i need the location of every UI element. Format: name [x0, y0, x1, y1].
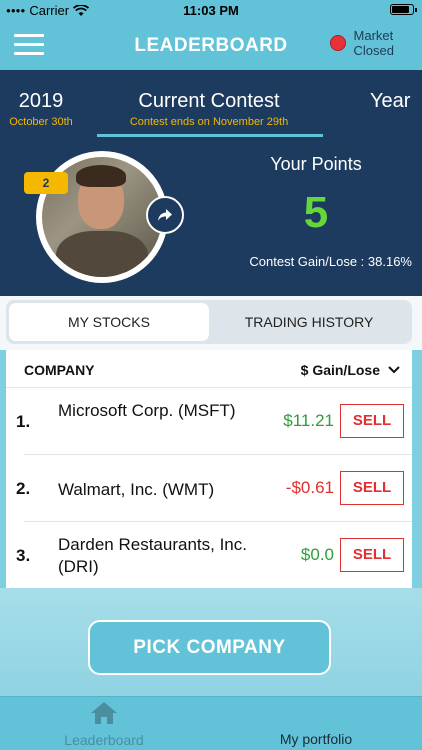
- battery-fill: [392, 6, 410, 13]
- company-name: Darden Restaurants, Inc. (DRI): [58, 535, 247, 576]
- battery-icon: [390, 4, 417, 15]
- company-column-header: COMPANY: [24, 362, 95, 378]
- sell-button[interactable]: SELL: [340, 404, 404, 438]
- contest-gain-text: Contest Gain/Lose : 38.16%: [249, 254, 412, 269]
- gain-sort-dropdown[interactable]: $ Gain/Lose: [301, 362, 400, 378]
- contest-tab-previous[interactable]: 2019 October 30th: [0, 90, 86, 128]
- header: LEADERBOARD Market Closed: [0, 22, 422, 70]
- points-label: Your Points: [270, 154, 362, 174]
- sell-button[interactable]: SELL: [340, 538, 404, 572]
- clock: 11:03 PM: [183, 3, 239, 18]
- contest-selector: 2019 October 30th Current Contest Contes…: [0, 70, 422, 138]
- chevron-down-icon: [388, 366, 400, 374]
- segment-control: MY STOCKS TRADING HISTORY: [6, 300, 412, 344]
- status-right: [390, 4, 417, 15]
- tab-leaderboard[interactable]: Leaderboard: [24, 701, 184, 748]
- contest-tab-year[interactable]: Year: [370, 90, 422, 113]
- table-header: COMPANY $ Gain/Lose: [6, 350, 412, 388]
- table-row: 2. Walmart, Inc. (WMT) -$0.61 SELL: [6, 455, 412, 521]
- gain-value: $11.21: [283, 411, 334, 430]
- contest-tab-current[interactable]: Current Contest Contest ends on November…: [98, 90, 320, 128]
- sell-button[interactable]: SELL: [340, 471, 404, 505]
- tab-trading-history[interactable]: TRADING HISTORY: [209, 303, 409, 341]
- tab-my-portfolio[interactable]: My portfolio: [236, 731, 396, 747]
- rank-badge: 2: [24, 172, 68, 194]
- company-name: Walmart, Inc. (WMT): [58, 480, 215, 499]
- table-row: 3. Darden Restaurants, Inc. (DRI) $0.0 S…: [6, 522, 412, 588]
- gain-value: -$0.61: [285, 478, 334, 497]
- market-status: Market Closed: [329, 28, 394, 58]
- pick-company-button[interactable]: PICK COMPANY: [88, 620, 331, 675]
- segment-area: MY STOCKS TRADING HISTORY: [0, 296, 422, 350]
- gain-value: $0.0: [300, 545, 334, 564]
- points-value: 5: [303, 188, 329, 237]
- share-icon[interactable]: [146, 196, 184, 234]
- status-bar: ●●●● Carrier 11:03 PM: [0, 0, 422, 22]
- market-status-dot: [329, 35, 346, 51]
- company-name: Microsoft Corp. (MSFT): [58, 401, 236, 420]
- market-status-text: Market Closed: [353, 28, 394, 58]
- profile-panel: 2 Your Points 5 Contest Gain/Lose : 38.1…: [0, 138, 422, 296]
- tab-bar: Leaderboard My portfolio: [0, 696, 422, 750]
- tab-my-stocks[interactable]: MY STOCKS: [9, 303, 209, 341]
- home-icon: [91, 702, 117, 724]
- table-row: 1. Microsoft Corp. (MSFT) $11.21 SELL: [6, 388, 412, 454]
- contest-tab-indicator: [97, 134, 323, 137]
- stocks-table: COMPANY $ Gain/Lose 1. Microsoft Corp. (…: [6, 350, 412, 588]
